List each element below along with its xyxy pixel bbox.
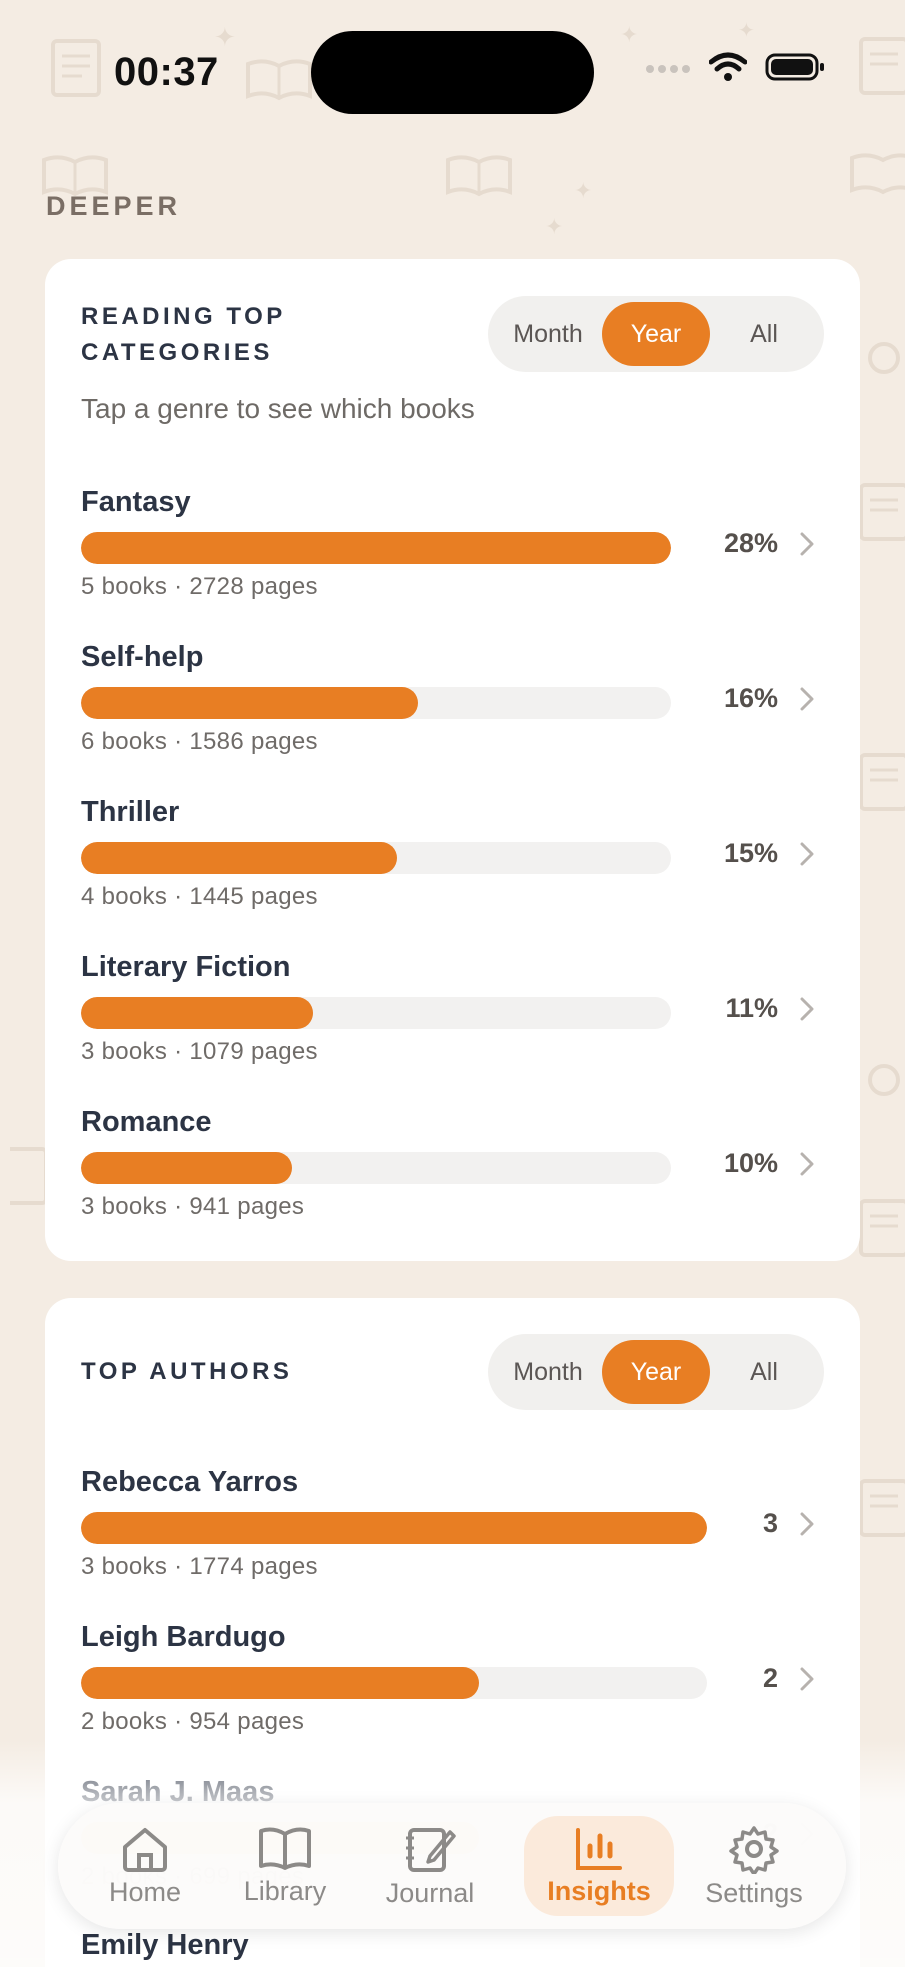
list-item[interactable]: Literary Fiction 11% 3 books · 1079 pages [81,951,824,1091]
list-item-label: Leigh Bardugo [81,1621,286,1653]
segment-all[interactable]: All [710,1340,818,1404]
progress-fill [81,532,671,564]
tab-label: Journal [385,1877,475,1908]
tab-bar: Home Library Journal Insights Settings [58,1803,846,1929]
progress-track [81,1667,707,1699]
percent-value: 15% [723,838,778,868]
section-title: DEEPER [46,191,182,221]
notebook-pen-icon [404,1824,456,1874]
background-sparkle-icon: ✦ [545,214,564,239]
period-segmented-control: Month Year All [488,296,824,372]
background-ring-doodle-icon [866,340,902,376]
chevron-right-icon [800,842,814,871]
list-item[interactable]: Thriller 15% 4 books · 1445 pages [81,796,824,936]
list-item-label: Romance [81,1106,212,1138]
progress-track [81,1152,671,1184]
background-open-book-doodle-icon [848,150,905,196]
count-value: 3 [762,1508,778,1538]
list-item-label: Rebecca Yarros [81,1466,299,1498]
background-book-doodle-icon [858,752,905,812]
list-item-label: Fantasy [81,486,191,518]
status-bar: 00:37 [0,0,905,140]
list-item-meta: 3 books · 1079 pages [81,1038,318,1065]
house-icon [120,1825,170,1873]
list-item-label: Emily Henry [81,1929,249,1961]
progress-track [81,997,671,1029]
background-ring-doodle-icon [866,1062,902,1098]
segment-month[interactable]: Month [494,302,602,366]
list-item[interactable]: Rebecca Yarros 3 3 books · 1774 pages [81,1466,824,1606]
background-book-doodle-icon [858,1198,905,1258]
battery-icon [765,52,825,87]
segment-year[interactable]: Year [602,302,710,366]
card-subtitle: Tap a genre to see which books [81,393,475,424]
percent-value: 11% [725,993,778,1023]
percent-value: 16% [723,683,778,713]
progress-fill [81,687,418,719]
chevron-right-icon [800,1512,814,1541]
background-book-doodle-icon [10,1146,50,1206]
tab-label: Insights [547,1875,651,1906]
list-item-meta: 5 books · 2728 pages [81,573,318,600]
list-item-label: Literary Fiction [81,951,291,983]
top-categories-card: READING TOP CATEGORIES Month Year All Ta… [45,259,860,1261]
insights-screen: ✦ ✦ ✦ ✦ ✦ 00:37 DEEPER READING TOP CATEG… [0,0,905,1967]
status-icons [645,52,825,87]
status-time: 00:37 [114,50,219,94]
card-heading-line: CATEGORIES [81,339,273,366]
wifi-icon [708,52,748,87]
dynamic-island [311,31,594,114]
chevron-right-icon [800,997,814,1026]
chevron-right-icon [800,1152,814,1181]
period-segmented-control: Month Year All [488,1334,824,1410]
tab-insights[interactable]: Insights [524,1816,674,1916]
progress-fill [81,1667,479,1699]
progress-track [81,842,671,874]
list-item-meta: 6 books · 1586 pages [81,728,318,755]
progress-track [81,687,671,719]
count-value: 2 [762,1663,778,1693]
tab-label: Settings [705,1877,803,1908]
open-book-icon [258,1826,312,1872]
list-item-meta: 4 books · 1445 pages [81,883,318,910]
percent-value: 28% [723,528,778,558]
progress-track [81,1512,707,1544]
list-item[interactable]: Fantasy 28% 5 books · 2728 pages [81,486,824,626]
list-item-meta: 3 books · 1774 pages [81,1553,318,1580]
progress-fill [81,997,313,1029]
background-book-doodle-icon [858,482,905,542]
segment-all[interactable]: All [710,302,818,366]
card-heading-line: READING TOP [81,303,286,330]
list-item-meta: 2 books · 954 pages [81,1708,305,1735]
list-item-label: Self-help [81,641,204,673]
progress-fill [81,842,397,874]
progress-fill [81,1152,292,1184]
card-heading: READING TOP CATEGORIES [81,299,286,371]
background-book-doodle-icon [858,1478,905,1538]
chevron-right-icon [800,1667,814,1696]
card-heading: TOP AUTHORS [81,1358,293,1385]
list-item-meta: 3 books · 941 pages [81,1193,305,1220]
cellular-signal-icon [645,60,691,79]
tab-home[interactable]: Home [70,1816,220,1916]
list-item[interactable]: Romance 10% 3 books · 941 pages [81,1106,824,1246]
tab-settings[interactable]: Settings [674,1816,834,1916]
chevron-right-icon [800,532,814,561]
progress-track [81,532,671,564]
chevron-right-icon [800,687,814,716]
tab-label: Library [243,1875,327,1906]
tab-journal[interactable]: Journal [350,1816,510,1916]
segment-year[interactable]: Year [602,1340,710,1404]
list-item-label: Thriller [81,796,180,828]
gear-icon [729,1824,779,1874]
bar-chart-icon [574,1826,624,1872]
background-sparkle-icon: ✦ [574,178,593,203]
segment-month[interactable]: Month [494,1340,602,1404]
tab-library[interactable]: Library [220,1816,350,1916]
list-item[interactable]: Self-help 16% 6 books · 1586 pages [81,641,824,781]
percent-value: 10% [723,1148,778,1178]
background-open-book-doodle-icon [444,152,514,198]
progress-fill [81,1512,707,1544]
tab-label: Home [108,1876,182,1907]
